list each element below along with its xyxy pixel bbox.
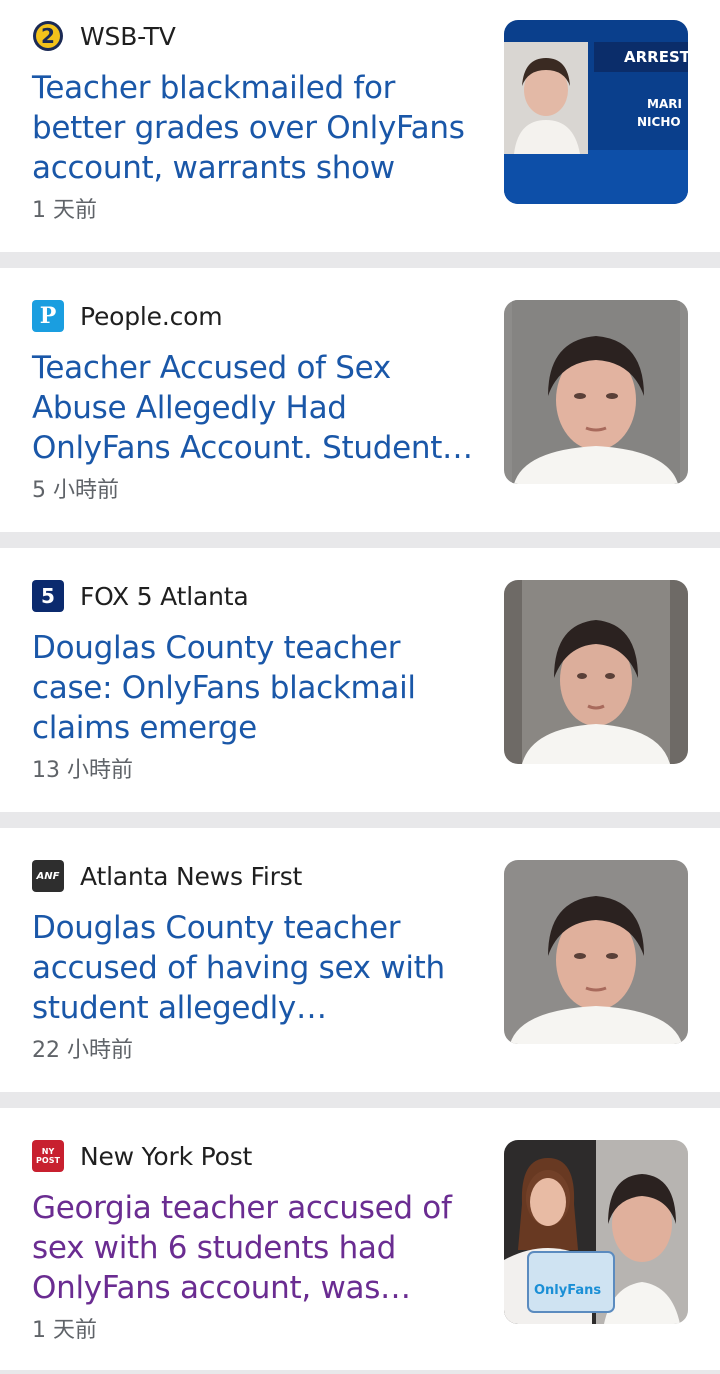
source-name: People.com [80, 301, 223, 331]
source-row: 2 WSB-TV [32, 20, 176, 52]
headline-link[interactable]: Georgia teacher accused of sex with 6 st… [32, 1188, 477, 1308]
source-row: ANF Atlanta News First [32, 860, 302, 892]
thumb-overlay-text: ARREST [624, 48, 688, 66]
source-name: New York Post [80, 1141, 253, 1171]
thumbnail-image[interactable]: OnlyFans [504, 1140, 688, 1324]
thumbnail-image[interactable] [504, 580, 688, 764]
thumb-overlay-text: NICHO [637, 115, 681, 129]
source-name: WSB-TV [80, 21, 176, 51]
timestamp: 5 小時前 [32, 478, 119, 503]
headline-link[interactable]: Douglas County teacher case: OnlyFans bl… [32, 628, 477, 748]
timestamp: 1 天前 [32, 1318, 97, 1343]
timestamp: 1 天前 [32, 198, 97, 223]
news-feed: 2 WSB-TV Teacher blackmailed for better … [0, 0, 720, 1370]
thumbnail-image[interactable]: ARREST MARI NICHO [504, 20, 688, 204]
news-card-people[interactable]: P People.com Teacher Accused of Sex Abus… [0, 268, 720, 532]
timestamp: 22 小時前 [32, 1038, 133, 1063]
source-name: FOX 5 Atlanta [80, 581, 249, 611]
news-card-wsb[interactable]: 2 WSB-TV Teacher blackmailed for better … [0, 0, 720, 252]
wsb-channel-2-icon: 2 [32, 20, 64, 52]
source-name: Atlanta News First [80, 861, 303, 891]
people-p-icon: P [32, 300, 64, 332]
anf-icon: ANF [32, 860, 64, 892]
logo-letter: NY POST [36, 1147, 60, 1165]
logo-letter: 5 [41, 584, 55, 608]
headline-link[interactable]: Douglas County teacher accused of having… [32, 908, 477, 1028]
fox5-icon: 5 [32, 580, 64, 612]
thumb-overlay-text: OnlyFans [534, 1283, 601, 1298]
headline-link[interactable]: Teacher Accused of Sex Abuse Allegedly H… [32, 348, 477, 468]
headline-link[interactable]: Teacher blackmailed for better grades ov… [32, 68, 477, 188]
thumbnail-image[interactable] [504, 300, 688, 484]
news-card-anf[interactable]: ANF Atlanta News First Douglas County te… [0, 828, 720, 1092]
source-row: P People.com [32, 300, 223, 332]
logo-letter: ANF [36, 870, 60, 882]
timestamp: 13 小時前 [32, 758, 133, 783]
source-row: NY POST New York Post [32, 1140, 252, 1172]
news-card-fox5[interactable]: 5 FOX 5 Atlanta Douglas County teacher c… [0, 548, 720, 812]
news-card-nypost[interactable]: NY POST New York Post Georgia teacher ac… [0, 1108, 720, 1370]
svg-text:2: 2 [41, 24, 55, 48]
logo-letter: P [39, 303, 57, 329]
source-row: 5 FOX 5 Atlanta [32, 580, 249, 612]
thumb-overlay-text: MARI [647, 97, 682, 111]
nypost-icon: NY POST [32, 1140, 64, 1172]
thumbnail-image[interactable] [504, 860, 688, 1044]
